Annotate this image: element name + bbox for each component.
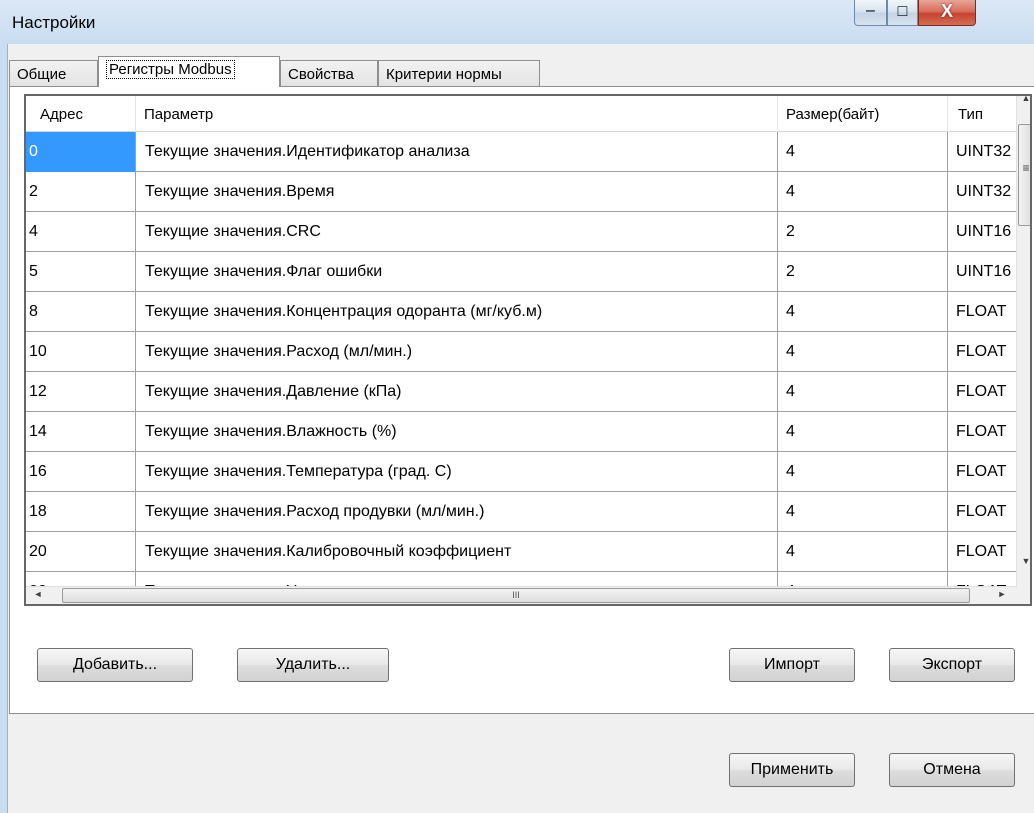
apply-button[interactable]: Применить — [729, 753, 855, 787]
tab-label: Свойства — [288, 66, 354, 83]
cell-parameter[interactable]: Текущие значения.Расход продувки (мл/мин… — [136, 492, 778, 532]
dialog-footer — [9, 714, 1034, 813]
scroll-right-icon[interactable]: ► — [994, 589, 1010, 599]
cell-type[interactable]: FLOAT — [948, 492, 1016, 532]
import-button[interactable]: Импорт — [729, 648, 855, 682]
cell-type[interactable]: FLOAT — [948, 332, 1016, 372]
table-row[interactable]: 8 Текущие значения.Концентрация одоранта … — [26, 292, 1016, 332]
cell-type[interactable]: UINT32 — [948, 132, 1016, 172]
cell-address[interactable]: 12 — [26, 372, 136, 412]
column-header-type[interactable]: Тип — [948, 96, 1016, 132]
scrollbar-corner — [1016, 588, 1030, 604]
settings-window: Настройки – □ X Общие Регистры Modbus Св… — [0, 0, 1034, 813]
cell-address[interactable]: 14 — [26, 412, 136, 452]
cell-address[interactable]: 20 — [26, 532, 136, 572]
table-row[interactable]: 18 Текущие значения.Расход продувки (мл/м… — [26, 492, 1016, 532]
vertical-scrollbar[interactable]: ▲ ≡ ▼ — [1016, 96, 1030, 588]
cell-size[interactable]: 2 — [778, 212, 948, 252]
tab-norm-criteria[interactable]: Критерии нормы — [378, 60, 540, 86]
cell-address[interactable]: 18 — [26, 492, 136, 532]
grip-icon: III — [512, 590, 520, 600]
cell-type[interactable]: FLOAT — [948, 412, 1016, 452]
cell-parameter[interactable]: Текущие значения.Влажность (%) — [136, 412, 778, 452]
cell-type[interactable]: UINT16 — [948, 252, 1016, 292]
window-title: Настройки — [12, 13, 96, 32]
title-bar[interactable]: Настройки – □ X — [0, 0, 1034, 44]
column-header-size[interactable]: Размер(байт) — [778, 96, 948, 132]
cell-size[interactable]: 2 — [778, 252, 948, 292]
cell-size[interactable]: 4 — [778, 412, 948, 452]
cell-address[interactable]: 0 — [26, 132, 136, 172]
minimize-icon: – — [866, 2, 875, 19]
tab-properties[interactable]: Свойства — [280, 60, 378, 86]
window-border — [0, 44, 8, 813]
cell-address[interactable]: 2 — [26, 172, 136, 212]
cell-parameter[interactable]: Текущие значения.Калибровочный коэффицие… — [136, 532, 778, 572]
cell-type[interactable]: FLOAT — [948, 452, 1016, 492]
cell-size[interactable]: 4 — [778, 532, 948, 572]
cell-parameter[interactable]: Текущие значения.Расход (мл/мин.) — [136, 332, 778, 372]
close-icon: X — [940, 1, 953, 21]
table-row[interactable]: 4 Текущие значения.CRC 2 UINT16 — [26, 212, 1016, 252]
maximize-button[interactable]: □ — [887, 0, 918, 26]
tab-label: Критерии нормы — [386, 66, 502, 83]
tab-general[interactable]: Общие — [9, 60, 98, 86]
scroll-down-icon[interactable]: ▼ — [1018, 556, 1030, 566]
cell-address[interactable]: 5 — [26, 252, 136, 292]
cell-type[interactable]: UINT16 — [948, 212, 1016, 252]
cell-address[interactable]: 4 — [26, 212, 136, 252]
horizontal-scrollbar[interactable]: ◄ III ► — [26, 586, 1016, 604]
cell-type[interactable]: FLOAT — [948, 532, 1016, 572]
scroll-up-icon[interactable]: ▲ — [1018, 96, 1030, 103]
export-button[interactable]: Экспорт — [889, 648, 1015, 682]
cell-type[interactable]: FLOAT — [948, 292, 1016, 332]
cell-size[interactable]: 4 — [778, 132, 948, 172]
cell-size[interactable]: 4 — [778, 332, 948, 372]
table-row[interactable]: 14 Текущие значения.Влажность (%) 4 FLOAT — [26, 412, 1016, 452]
delete-button[interactable]: Удалить... — [237, 648, 389, 682]
tab-label: Регистры Modbus — [106, 60, 235, 79]
column-header-address[interactable]: Адрес — [26, 96, 136, 132]
registers-table[interactable]: Адрес Параметр Размер(байт) Тип 0 Текущие… — [24, 94, 1032, 606]
cell-parameter[interactable]: Текущие значения.CRC — [136, 212, 778, 252]
tab-label: Общие — [17, 66, 67, 83]
cell-type[interactable]: UINT32 — [948, 172, 1016, 212]
cell-parameter[interactable]: Текущие значения.Температура (град. С) — [136, 452, 778, 492]
cancel-button[interactable]: Отмена — [889, 753, 1015, 787]
cell-size[interactable]: 4 — [778, 172, 948, 212]
table-row[interactable]: 20 Текущие значения.Калибровочный коэффиц… — [26, 532, 1016, 572]
cell-parameter[interactable]: Текущие значения.Концентрация одоранта (… — [136, 292, 778, 332]
minimize-button[interactable]: – — [854, 0, 887, 26]
tab-modbus-registers[interactable]: Регистры Modbus — [98, 56, 280, 87]
cell-type[interactable]: FLOAT — [948, 372, 1016, 412]
table-row[interactable]: 12 Текущие значения.Давление (кПа) 4 FLOAT — [26, 372, 1016, 412]
table-row[interactable]: 2 Текущие значения.Время 4 UINT32 — [26, 172, 1016, 212]
vertical-scroll-thumb[interactable]: ≡ — [1018, 124, 1030, 226]
scroll-left-icon[interactable]: ◄ — [30, 589, 46, 599]
column-header-parameter[interactable]: Параметр — [136, 96, 778, 132]
maximize-icon: □ — [897, 3, 908, 20]
grip-icon: ≡ — [1022, 161, 1030, 175]
cell-parameter[interactable]: Текущие значения.Идентификатор анализа — [136, 132, 778, 172]
add-button[interactable]: Добавить... — [37, 648, 193, 682]
cell-size[interactable]: 4 — [778, 492, 948, 532]
cell-size[interactable]: 4 — [778, 372, 948, 412]
table-header: Адрес Параметр Размер(байт) Тип — [26, 96, 1016, 132]
cell-size[interactable]: 4 — [778, 452, 948, 492]
cell-size[interactable]: 4 — [778, 292, 948, 332]
table-row[interactable]: 10 Текущие значения.Расход (мл/мин.) 4 FLOA… — [26, 332, 1016, 372]
cell-parameter[interactable]: Текущие значения.Время — [136, 172, 778, 212]
table-row[interactable]: 0 Текущие значения.Идентификатор анализа 4… — [26, 132, 1016, 172]
horizontal-scroll-thumb[interactable]: III — [62, 588, 970, 603]
table-row[interactable]: 5 Текущие значения.Флаг ошибки 2 UINT16 — [26, 252, 1016, 292]
cell-address[interactable]: 16 — [26, 452, 136, 492]
table-row[interactable]: 16 Текущие значения.Температура (град. С)… — [26, 452, 1016, 492]
cell-parameter[interactable]: Текущие значения.Давление (кПа) — [136, 372, 778, 412]
close-button[interactable]: X — [918, 0, 976, 26]
cell-address[interactable]: 10 — [26, 332, 136, 372]
cell-parameter[interactable]: Текущие значения.Флаг ошибки — [136, 252, 778, 292]
cell-address[interactable]: 8 — [26, 292, 136, 332]
